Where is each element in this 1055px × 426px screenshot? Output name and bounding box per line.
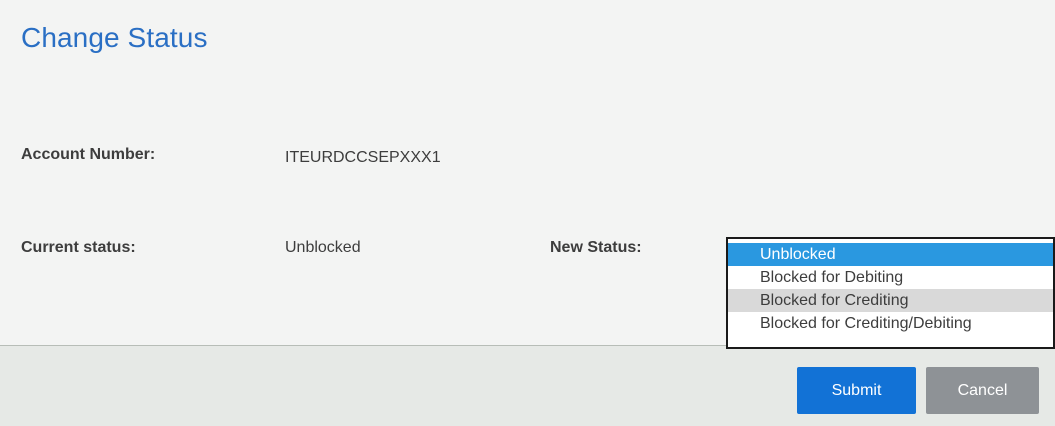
- cancel-button[interactable]: Cancel: [926, 367, 1039, 414]
- account-number-value: ITEURDCCSEPXXX1: [285, 149, 441, 166]
- new-status-dropdown-list[interactable]: Unblocked Blocked for Debiting Blocked f…: [726, 237, 1055, 349]
- status-option-blocked-for-crediting[interactable]: Blocked for Crediting: [728, 289, 1053, 312]
- submit-button[interactable]: Submit: [797, 367, 916, 414]
- status-option-blocked-for-crediting-debiting[interactable]: Blocked for Crediting/Debiting: [728, 312, 1053, 335]
- status-option-unblocked[interactable]: Unblocked: [728, 243, 1053, 266]
- current-status-value: Unblocked: [285, 239, 361, 256]
- new-status-label: New Status:: [550, 239, 642, 256]
- status-option-blocked-for-debiting[interactable]: Blocked for Debiting: [728, 266, 1053, 289]
- current-status-label: Current status:: [21, 239, 136, 256]
- page-title: Change Status: [21, 22, 208, 53]
- account-number-label: Account Number:: [21, 146, 156, 163]
